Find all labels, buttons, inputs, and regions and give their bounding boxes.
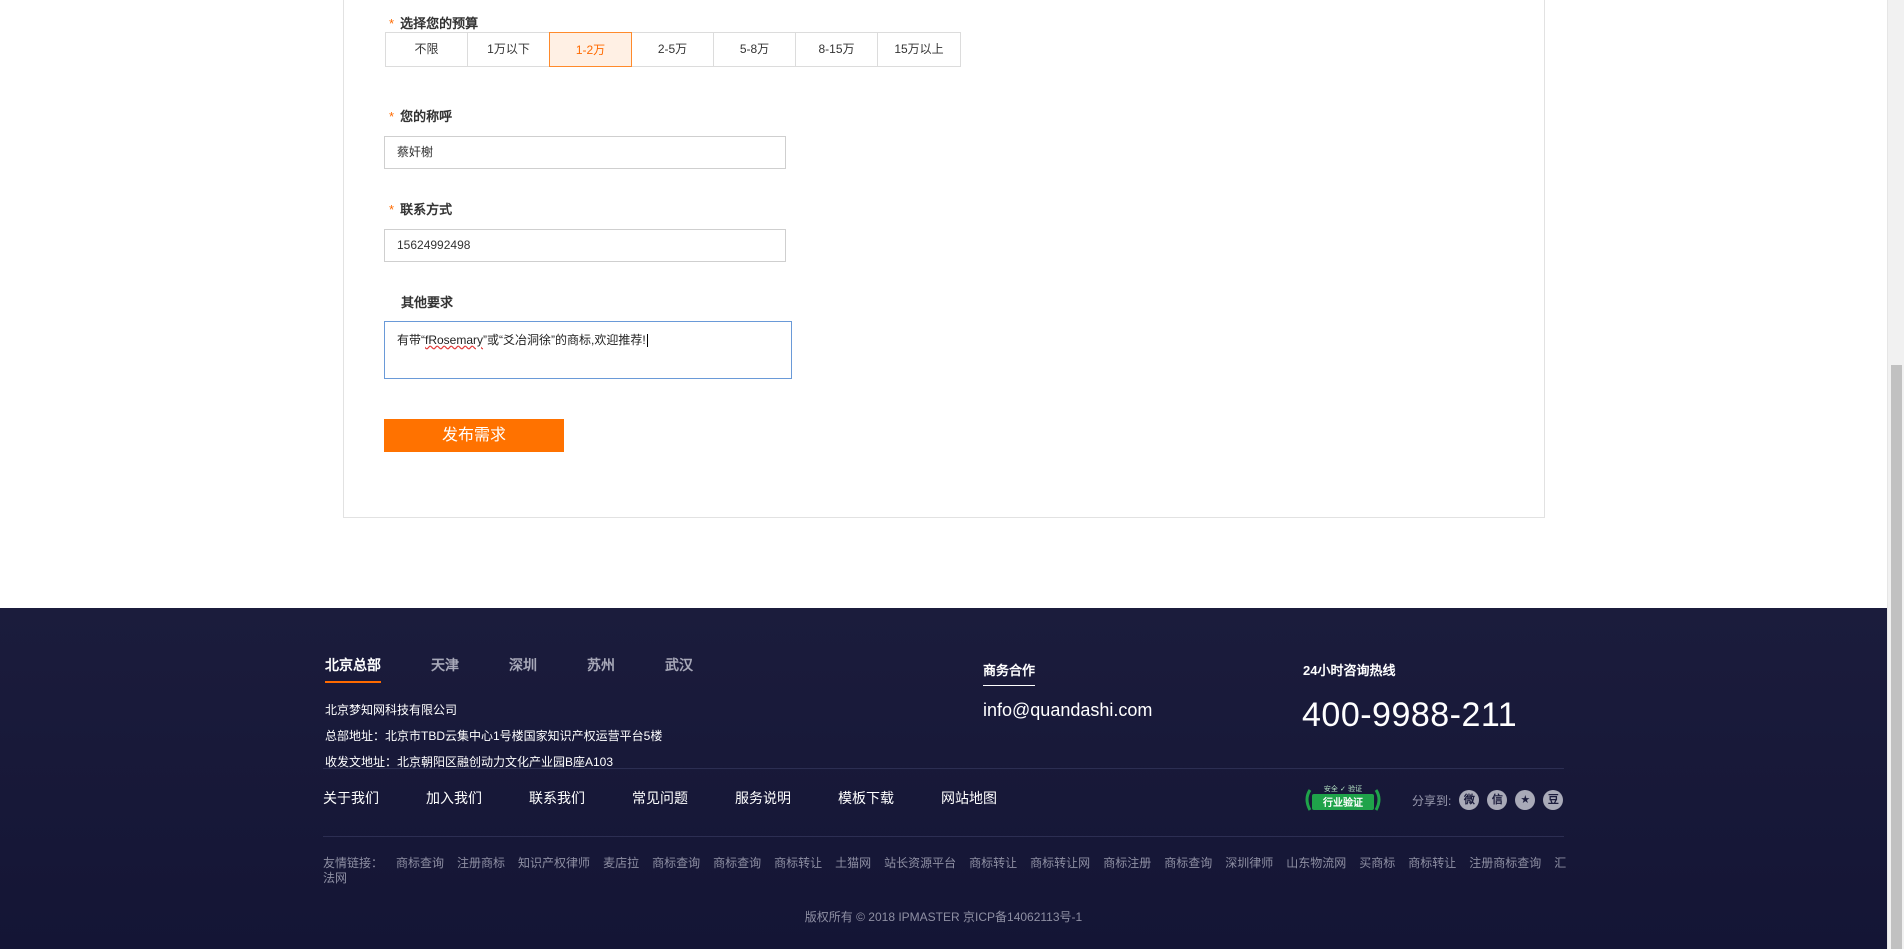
badge-top-text: 安全 ✓ 验证 xyxy=(1324,784,1362,793)
badge-text: 行业验证 xyxy=(1322,796,1363,809)
nav-templates[interactable]: 模板下载 xyxy=(838,788,894,808)
friend-link[interactable]: 商标查询 xyxy=(396,856,444,870)
tab-suzhou[interactable]: 苏州 xyxy=(587,655,615,683)
friend-link[interactable]: 商标转让 xyxy=(774,856,822,870)
budget-option-under-1w[interactable]: 1万以下 xyxy=(468,33,550,66)
hotline-number: 400-9988-211 xyxy=(1302,696,1518,734)
other-requirements-textarea[interactable]: 有带“fRosemary”或“爻冶洞徐”的商标,欢迎推荐! xyxy=(384,321,792,379)
biz-cooperation-title: 商务合作 xyxy=(983,660,1036,686)
friend-link[interactable]: 麦店拉 xyxy=(603,856,639,870)
name-input[interactable]: 蔡奸榭 xyxy=(384,136,786,169)
budget-option-1-2w[interactable]: 1-2万 xyxy=(549,32,632,67)
budget-option-8-15w[interactable]: 8-15万 xyxy=(796,33,878,66)
nav-faq[interactable]: 常见问题 xyxy=(632,788,688,808)
friend-link[interactable]: 站长资源平台 xyxy=(884,856,956,870)
budget-selector: 不限 1万以下 1-2万 2-5万 5-8万 8-15万 15万以上 xyxy=(385,32,961,67)
biz-email[interactable]: info@quandashi.com xyxy=(983,700,1152,721)
share-bar: 分享到: 微 信 ★ 豆 xyxy=(1412,790,1564,810)
friend-link[interactable]: 商标转让 xyxy=(969,856,1017,870)
budget-option-2-5w[interactable]: 2-5万 xyxy=(632,33,714,66)
friend-link[interactable]: 土猫网 xyxy=(835,856,871,870)
site-footer: 北京总部 天津 深圳 苏州 武汉 北京梦知网科技有限公司 总部地址：北京市TBD… xyxy=(0,608,1887,949)
friend-link[interactable]: 深圳律师 xyxy=(1225,856,1273,870)
share-label: 分享到: xyxy=(1412,793,1452,808)
nav-join[interactable]: 加入我们 xyxy=(426,788,482,808)
budget-option-over-15w[interactable]: 15万以上 xyxy=(878,33,960,66)
nav-about[interactable]: 关于我们 xyxy=(323,788,379,808)
tab-beijing[interactable]: 北京总部 xyxy=(325,655,381,683)
tab-wuhan[interactable]: 武汉 xyxy=(665,655,693,683)
tab-tianjin[interactable]: 天津 xyxy=(431,655,459,683)
friend-link[interactable]: 商标查询 xyxy=(713,856,761,870)
friend-link[interactable]: 买商标 xyxy=(1359,856,1395,870)
budget-label: * 选择您的预算 xyxy=(389,16,479,31)
friend-links-label: 友情链接： xyxy=(323,856,384,870)
text-caret xyxy=(646,334,648,348)
footer-divider-2 xyxy=(323,836,1564,837)
industry-verified-badge-icon[interactable]: 安全 ✓ 验证 行业验证 xyxy=(1302,782,1384,816)
wechat-icon[interactable]: 信 xyxy=(1487,790,1508,810)
contact-input[interactable]: 15624992498 xyxy=(384,229,786,262)
friend-link[interactable]: 注册商标 xyxy=(457,856,505,870)
friend-link[interactable]: 山东物流网 xyxy=(1286,856,1346,870)
vertical-scrollbar[interactable] xyxy=(1887,0,1904,949)
name-label: * 您的称呼 xyxy=(389,109,453,124)
hq-address: 总部地址：北京市TBD云集中心1号楼国家知识产权运营平台5楼 xyxy=(325,729,663,743)
footer-divider xyxy=(323,768,1564,769)
friend-link[interactable]: 知识产权律师 xyxy=(518,856,590,870)
friend-link[interactable]: 商标转让 xyxy=(1408,856,1456,870)
friend-link[interactable]: 注册商标查询 xyxy=(1469,856,1541,870)
footer-nav: 关于我们 加入我们 联系我们 常见问题 服务说明 模板下载 网站地图 xyxy=(323,788,1044,808)
demand-form-card: * 选择您的预算 不限 1万以下 1-2万 2-5万 5-8万 8-15万 15万… xyxy=(343,0,1545,518)
contact-label: * 联系方式 xyxy=(389,202,453,217)
hotline-title: 24小时咨询热线 xyxy=(1303,663,1396,678)
douban-icon[interactable]: 豆 xyxy=(1543,790,1564,810)
friend-link[interactable]: 商标转让网 xyxy=(1030,856,1090,870)
nav-contact[interactable]: 联系我们 xyxy=(529,788,585,808)
scrollbar-thumb[interactable] xyxy=(1891,365,1902,949)
tab-shenzhen[interactable]: 深圳 xyxy=(509,655,537,683)
weibo-icon[interactable]: 微 xyxy=(1459,790,1480,810)
nav-sitemap[interactable]: 网站地图 xyxy=(941,788,997,808)
required-mark: * xyxy=(389,16,395,31)
budget-option-unlimited[interactable]: 不限 xyxy=(386,33,468,66)
budget-option-5-8w[interactable]: 5-8万 xyxy=(714,33,796,66)
company-name: 北京梦知网科技有限公司 xyxy=(325,703,458,717)
friend-links: 友情链接： 商标查询 注册商标 知识产权律师 麦店拉 商标查询 商标查询 商标转让 土猫网 站长资… xyxy=(323,856,1573,886)
friend-link[interactable]: 商标查询 xyxy=(1164,856,1212,870)
nav-service[interactable]: 服务说明 xyxy=(735,788,791,808)
copyright: 版权所有 © 2018 IPMASTER 京ICP备14062113号-1 xyxy=(804,910,1083,924)
other-label: 其他要求 xyxy=(401,295,454,310)
submit-demand-button[interactable]: 发布需求 xyxy=(384,419,564,452)
friend-link[interactable]: 商标查询 xyxy=(652,856,700,870)
friend-link[interactable]: 商标注册 xyxy=(1103,856,1151,870)
star-icon[interactable]: ★ xyxy=(1515,790,1536,810)
city-tabs: 北京总部 天津 深圳 苏州 武汉 xyxy=(325,655,743,683)
